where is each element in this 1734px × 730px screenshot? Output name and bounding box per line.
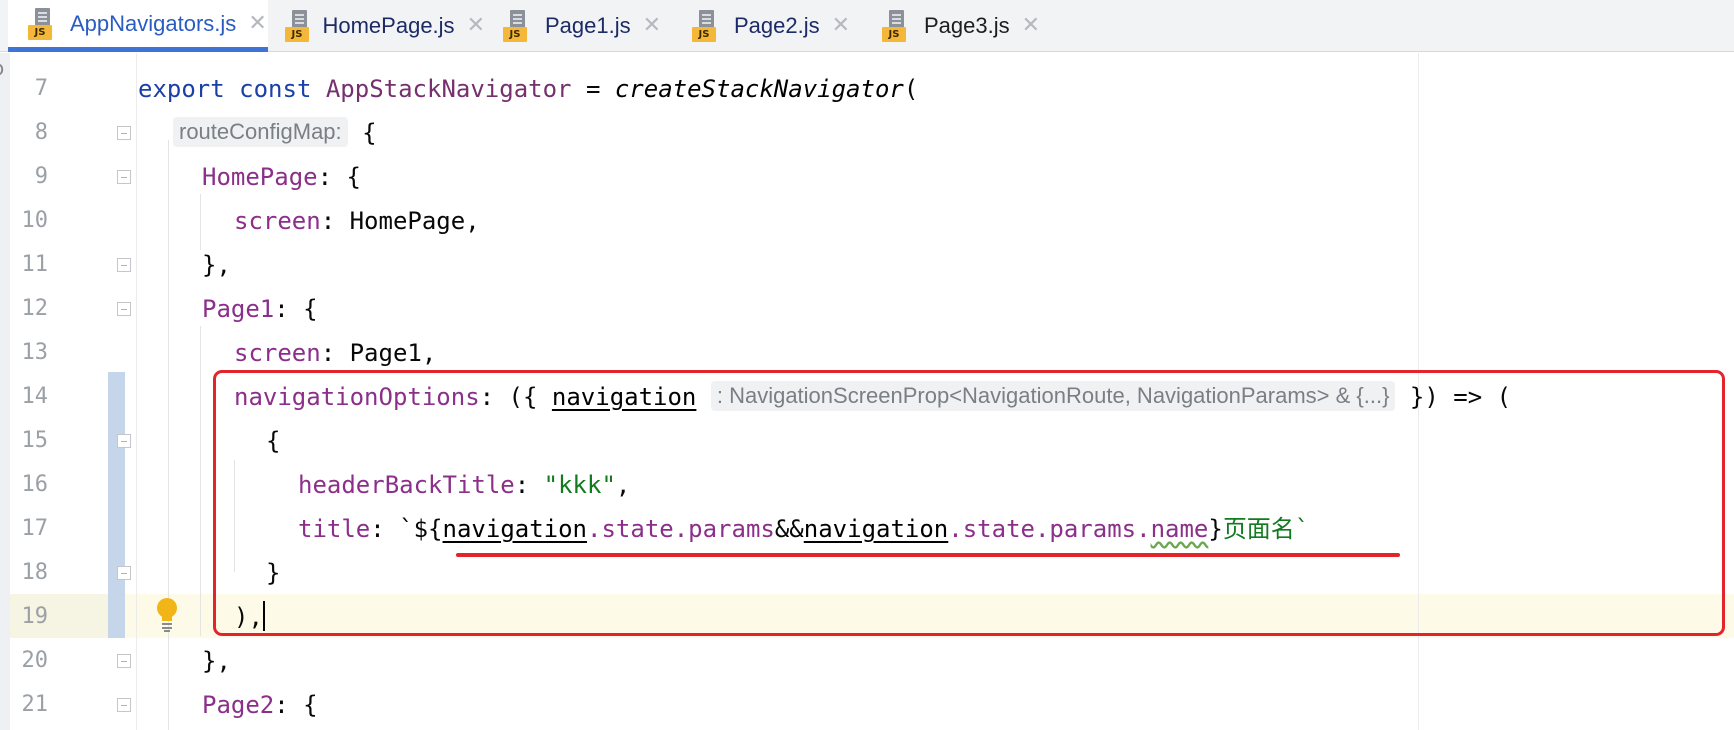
code-line[interactable]: Page1: {	[202, 287, 318, 331]
fold-marker-icon[interactable]	[117, 302, 131, 316]
tab-page2[interactable]: JS Page2.js ✕	[672, 0, 862, 52]
line-number: 7	[34, 76, 48, 101]
code-line[interactable]: screen: HomePage,	[234, 199, 480, 243]
tab-label: AppNavigators.js	[70, 10, 237, 36]
line-number: 17	[21, 516, 49, 541]
fold-marker-icon[interactable]	[117, 654, 131, 668]
code-line[interactable]: },	[202, 243, 231, 287]
line-number: 21	[21, 692, 49, 717]
line-number: 9	[34, 164, 48, 189]
line-number: 11	[21, 252, 49, 277]
tab-label: Page3.js	[924, 13, 1010, 38]
indent-guide	[200, 194, 201, 250]
close-tab-icon[interactable]: ✕	[643, 15, 661, 37]
editor-tab-bar: JS AppNavigators.js ✕ JS HomePage.js ✕ J…	[0, 0, 1734, 52]
code-line[interactable]: routeConfigMap: {	[173, 111, 377, 155]
vcs-change-marker[interactable]	[108, 372, 125, 638]
tab-appnavigators[interactable]: JS AppNavigators.js ✕	[8, 0, 268, 52]
line-number: 18	[21, 560, 49, 585]
fold-marker-icon[interactable]	[117, 126, 131, 140]
fold-marker-icon[interactable]	[117, 258, 131, 272]
line-number: 15	[21, 428, 49, 453]
code-line[interactable]: Page2: {	[202, 683, 318, 727]
tab-page1[interactable]: JS Page1.js ✕	[483, 0, 673, 52]
underline-annotation	[456, 553, 1400, 557]
line-number: 14	[21, 384, 49, 409]
indent-guide	[200, 326, 201, 636]
code-line[interactable]: screen: Page1,	[234, 331, 436, 375]
fold-marker-icon[interactable]	[117, 434, 131, 448]
js-file-icon: JS	[503, 10, 533, 42]
tab-label: HomePage.js	[322, 13, 455, 38]
gutter-separator	[136, 53, 137, 730]
parameter-hint: routeConfigMap:	[173, 117, 348, 147]
clipped-glyph: o	[0, 56, 10, 80]
close-tab-icon[interactable]: ✕	[248, 12, 266, 35]
line-number: 12	[21, 296, 49, 321]
line-number: 13	[21, 340, 49, 365]
lightbulb-icon[interactable]	[154, 596, 180, 632]
code-line[interactable]: },	[202, 639, 231, 683]
clipped-glyph: t	[0, 296, 10, 320]
code-line[interactable]: export const AppStackNavigator = createS…	[138, 67, 918, 111]
highlight-box-annotation	[213, 370, 1725, 636]
fold-marker-icon[interactable]	[117, 698, 131, 712]
close-tab-icon[interactable]: ✕	[832, 15, 850, 37]
tab-label: Page1.js	[545, 13, 631, 38]
gutter-edge	[0, 53, 10, 730]
fold-marker-icon[interactable]	[117, 170, 131, 184]
tab-label: Page2.js	[734, 13, 820, 38]
line-number: 10	[21, 208, 49, 233]
line-number: 16	[21, 472, 49, 497]
js-file-icon: JS	[692, 10, 722, 42]
fold-marker-icon[interactable]	[117, 566, 131, 580]
code-line[interactable]: HomePage: {	[202, 155, 361, 199]
tab-page3[interactable]: JS Page3.js ✕	[862, 0, 1062, 52]
line-number: 8	[34, 120, 48, 145]
js-file-icon: JS	[882, 10, 912, 42]
line-number: 19	[21, 604, 49, 629]
js-file-icon: JS	[285, 10, 310, 42]
js-file-icon: JS	[28, 7, 58, 40]
tab-homepage[interactable]: JS HomePage.js ✕	[265, 0, 485, 52]
close-tab-icon[interactable]: ✕	[1022, 15, 1040, 37]
indent-guide	[168, 140, 169, 730]
line-number: 20	[21, 648, 49, 673]
